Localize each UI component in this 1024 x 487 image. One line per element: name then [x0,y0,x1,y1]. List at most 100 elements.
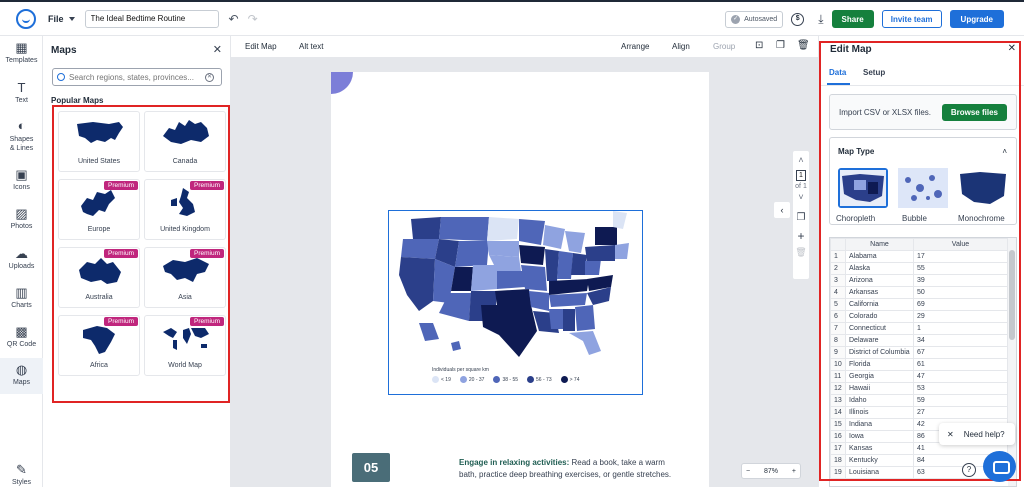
map-search[interactable]: ✕ [52,68,222,86]
rail-label: Uploads [8,263,35,270]
canada-map-icon [163,120,209,144]
share-button[interactable]: Share [831,10,874,28]
map-card-label: Asia [178,294,192,301]
step-text[interactable]: Engage in relaxing activities: Read a bo… [459,457,684,481]
legend-item: 20 - 37 [459,376,484,383]
rail-item-photos[interactable]: ▨ Photos [0,206,43,230]
edit-map-button[interactable]: Edit Map [245,42,277,51]
help-icon[interactable]: ? [962,463,976,477]
map-card-africa[interactable]: Premium Africa [58,315,140,376]
app-logo-icon[interactable] [16,8,36,29]
current-page[interactable]: 1 [796,170,806,181]
clear-search-icon[interactable]: ✕ [205,72,214,82]
page-count: of 1 [795,183,807,190]
edit-panel-highlight [819,41,1021,481]
rail-label: Templates [5,57,38,64]
legend-swatch [560,376,568,383]
chat-button[interactable] [983,451,1016,482]
close-icon[interactable]: ✕ [947,430,954,439]
chevron-left-icon[interactable]: ‹ [773,201,791,219]
align-button[interactable]: Align [672,42,690,51]
document-title-input[interactable] [84,9,219,28]
styles-icon: ✎ [16,462,27,477]
map-card-label: Europe [87,226,111,233]
maps-panel: Maps ✕ ✕ Popular Maps United States Cana… [43,36,231,487]
templates-icon: ▦ [15,40,28,55]
file-menu[interactable]: File [48,14,75,24]
map-card-label: United Kingdom [160,226,210,233]
left-rail: ▦ Templates T Text ◐ Shapes & Lines ▣ Ic… [0,36,43,487]
upgrade-button[interactable]: Upgrade [949,10,1004,28]
chevron-down-icon[interactable]: ˅ [793,192,809,202]
map-card-canada[interactable]: Canada [144,111,226,172]
map-card-asia[interactable]: Premium Asia [144,247,226,308]
qr-code-icon: ▩ [15,324,28,339]
group-button[interactable]: Group [713,42,735,51]
us-map-graphic [399,211,629,357]
zoom-out-icon[interactable]: − [746,468,750,475]
chevron-up-icon[interactable]: ˄ [793,155,809,165]
legend-item: < 19 [432,376,451,383]
legend-swatch [527,376,535,383]
delete-page-icon[interactable]: 🗑 [793,247,809,258]
popular-maps-grid: United States Canada Premium Europe Prem… [52,105,230,403]
map-card-united-states[interactable]: United States [58,111,140,172]
map-card-world-map[interactable]: Premium World Map [144,315,226,376]
redo-icon[interactable]: ↷ [248,12,258,26]
shapes-icon: ◐ [17,118,26,133]
lock-icon[interactable]: ⊡ [755,40,763,51]
help-bubble[interactable]: ✕ Need help? [939,423,1015,445]
icons-icon: ▣ [15,167,28,182]
map-card-united-kingdom[interactable]: Premium United Kingdom [144,179,226,240]
maps-icon: ◍ [15,362,28,377]
close-icon[interactable]: ✕ [213,43,222,56]
rail-label: Shapes & Lines [9,136,34,152]
legend-item: 38 - 55 [493,376,518,383]
legend-swatch [459,376,467,383]
uploads-icon: ☁ [15,246,28,261]
map-card-label: World Map [168,362,202,369]
add-page-icon[interactable]: + [793,229,809,243]
rail-item-templates[interactable]: ▦ Templates [0,40,43,64]
us-choropleth-map[interactable]: Individuals per square km < 19 20 - 37 3… [388,210,643,395]
united-states-map-icon [77,122,123,143]
undo-icon[interactable]: ↶ [229,12,239,26]
legend-title: Individuals per square km [432,367,489,373]
rail-label: Icons [13,184,30,191]
zoom-in-icon[interactable]: + [792,468,796,475]
map-card-label: Australia [85,294,113,301]
duplicate-icon[interactable]: ❐ [776,40,785,51]
arrange-button[interactable]: Arrange [621,42,649,51]
rail-label: Styles [11,479,32,486]
legend-swatch [432,376,439,383]
rail-label: QR Code [6,341,37,348]
zoom-level[interactable]: 87% [764,468,778,475]
duplicate-page-icon[interactable]: ❐ [793,212,809,223]
panel-title: Maps [51,45,77,56]
rail-label: Charts [11,302,32,309]
currency-icon[interactable]: $ [791,12,805,26]
search-input[interactable] [69,72,205,82]
map-card-australia[interactable]: Premium Australia [58,247,140,308]
canvas-toolbar: Edit Map Alt text Arrange Align Group ⊡ … [231,36,818,58]
rail-item-qr-code[interactable]: ▩ QR Code [0,324,43,348]
trash-icon[interactable]: 🗑 [797,40,810,51]
file-menu-label: File [48,13,64,24]
rail-item-text[interactable]: T Text [0,80,43,104]
rail-item-uploads[interactable]: ☁ Uploads [0,246,43,270]
alt-text-button[interactable]: Alt text [299,42,323,51]
rail-item-styles[interactable]: ✎ Styles [0,462,43,486]
rail-item-maps[interactable]: ◍ Maps [0,358,43,394]
rail-label: Text [15,97,28,104]
europe-map-icon [81,190,115,216]
world-map-icon [163,328,209,350]
autosaved-label: Autosaved [744,15,778,23]
rail-item-charts[interactable]: ▥ Charts [0,285,43,309]
rail-item-shapes[interactable]: ◐ Shapes & Lines [0,118,43,153]
download-icon[interactable]: ⤓ [818,12,823,27]
africa-map-icon [83,326,115,354]
map-card-label: United States [77,158,121,165]
map-card-europe[interactable]: Premium Europe [58,179,140,240]
invite-team-button[interactable]: Invite team [881,10,942,28]
rail-item-icons[interactable]: ▣ Icons [0,167,43,191]
